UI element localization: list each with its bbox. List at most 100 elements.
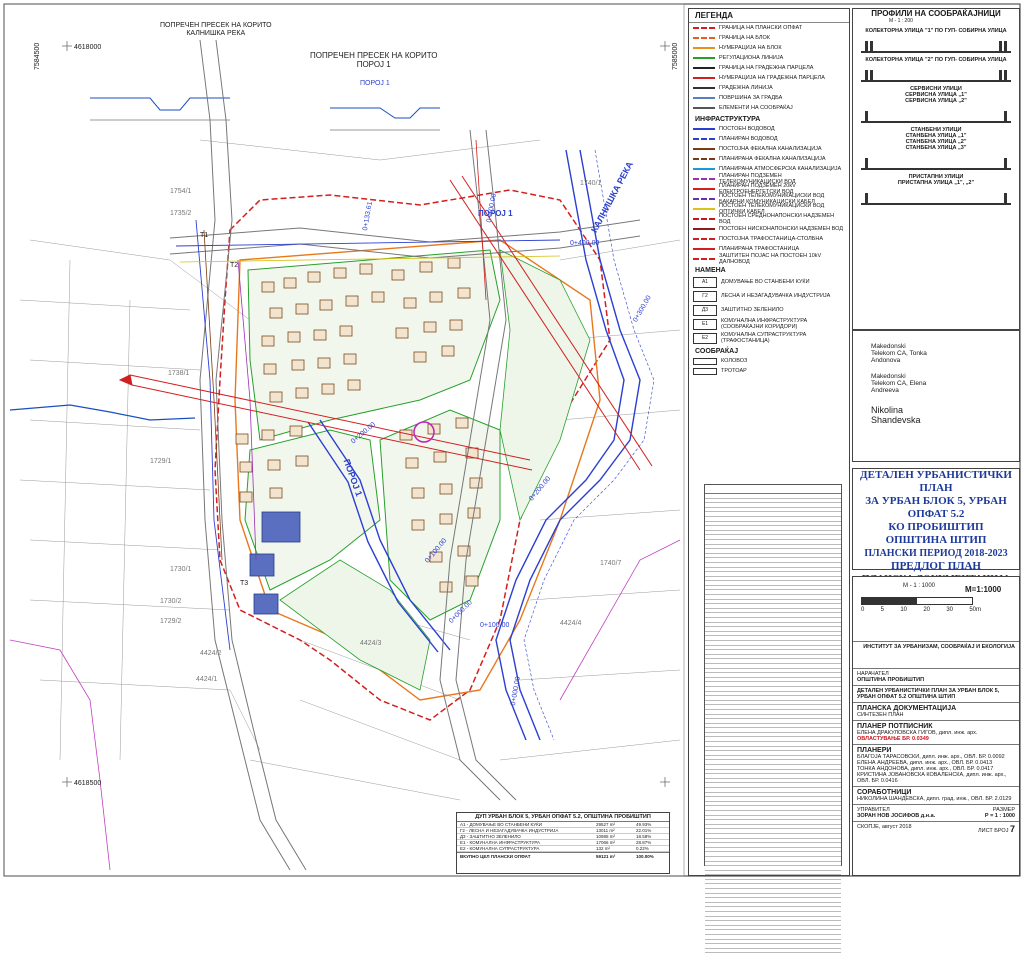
legend-symbol — [693, 185, 715, 193]
land-use-percent: 28.87% — [636, 840, 652, 845]
legend-label: ПЛАНИРАН ВОДОВОД — [719, 136, 778, 142]
pedestrian-icon — [865, 70, 868, 80]
plot-label: 4424/4 — [560, 620, 582, 627]
plot-label: 1754/1 — [170, 188, 192, 195]
legend-row: ГРАНИЦА НА ПЛАНСКИ ОПФАТ — [689, 23, 849, 33]
legend-symbol — [693, 155, 715, 163]
legend-symbol — [693, 245, 715, 253]
legend-symbol — [693, 205, 715, 213]
land-use-label: А1 - ДОМУВАЊЕ ВО СТАНБЕНИ КУЌИ — [460, 822, 542, 827]
legend-items: ГРАНИЦА НА ПЛАНСКИ ОПФАТ ГРАНИЦА НА БЛОК Н… — [689, 23, 849, 113]
pedestrian-icon — [870, 41, 873, 51]
profiles-title: ПРОФИЛИ НА СООБРАЌАЈНИЦИ — [871, 9, 1001, 18]
legend-label: ПЛАНИРАНА ТРАФОСТАНИЦА — [719, 246, 800, 252]
signature-2: Makedonski Telekom CA, Elena Andreeva — [871, 373, 927, 394]
legend-label: ПЛАНИРАНА ФЕКАЛНА КАНАЛИЗАЦИЈА — [719, 156, 826, 162]
legend-symbol — [693, 34, 715, 42]
chainage-2: 0+100.00 — [480, 622, 510, 629]
pedestrian-icon — [1004, 158, 1007, 168]
legend-row: ПОСТОЕН ВОДОВОД — [689, 124, 849, 134]
document-subtype: СИНТЕЗЕН ПЛАН — [857, 712, 904, 718]
land-use-table-title: ДУП УРБАН БЛОК 5, УРБАН ОПФАТ 5.2, ОПШТИ… — [457, 813, 669, 822]
profile-section — [861, 64, 1011, 82]
scale-ticks: 0 5 10 20 30 50m — [861, 607, 981, 613]
legend-symbol — [693, 165, 715, 173]
legend-row: НУМЕРАЦИЈА НА БЛОК — [689, 43, 849, 53]
scale-tick: 30 — [946, 607, 953, 613]
cross-section-stream — [330, 107, 440, 131]
section-title-river: ПОПРЕЧЕН ПРЕСЕК НА КОРИТО КАЛНИШКА РЕКА — [160, 22, 272, 37]
land-use-label: Е1 - КОМУНАЛНА ИНФРАСТРУКТУРА — [460, 840, 541, 845]
legend-use-label: ДОМУВАЊЕ ВО СТАНБЕНИ КУЌИ — [721, 279, 810, 285]
legend-label: НУМЕРАЦИЈА НА БЛОК — [719, 45, 782, 51]
plot-label: 1729/2 — [160, 618, 182, 625]
plot-label: 4424/2 — [200, 650, 222, 657]
planner-section: ПЛАНЕР ПОТПИСНИК ЕЛЕНА ДРАКУЛОВСКА ГИГОВ… — [853, 721, 1019, 745]
legend-row: ГРАНИЦА НА ГРАДЕЖНА ПАРЦЕЛА — [689, 63, 849, 73]
title-line-1: ДЕТАЛЕН УРБАНИСТИЧКИ ПЛАН — [860, 469, 1012, 494]
grid-label-e2: 7585000 — [672, 42, 679, 70]
profiles-scale: М - 1 : 200 — [889, 18, 913, 24]
plot-label: 1740/1 — [580, 180, 602, 187]
legend-traffic: КОЛОВОЗ ТРОТОАР — [689, 356, 849, 376]
title-line-8: М=1:1000 — [965, 585, 1002, 594]
road-label-t2: Т2 — [230, 262, 239, 269]
scale-value: Р = 1 : 1000 — [984, 813, 1015, 819]
profile-label: КОЛЕКТОРНА УЛИЦА "1" ПО ГУП- СОБИРНА УЛИ… — [865, 28, 1007, 34]
profile-section — [861, 187, 1011, 205]
pedestrian-icon — [865, 158, 868, 168]
legend-symbol — [693, 24, 715, 32]
plot-label: 4424/3 — [360, 640, 382, 647]
legend-row: ПОСТОЕН СРЕДНОНАПОНСКИ НАДЗЕМЕН ВОД — [689, 213, 849, 225]
profile-label: СТАНБЕНИ УЛИЦИ СТАНБЕНА УЛИЦА „1" СТАНБЕ… — [905, 127, 967, 151]
land-use-percent: 49.93% — [636, 822, 652, 827]
planner-license: ОВЛАСТУВАЊЕ БР. 0.0349 — [857, 736, 929, 742]
legend-symbol — [693, 94, 715, 102]
legend-label: ПОСТОЕН ВОДОВОД — [719, 126, 775, 132]
section-title-stream: ПОПРЕЧЕН ПРЕСЕК НА КОРИТО ПОРОЈ 1 — [310, 51, 438, 69]
legend-symbol — [693, 145, 715, 153]
collaborator-name: НИКОЛИНА ШАНДЕВСКА, дипл. град. инж., ОВ… — [857, 796, 1012, 802]
legend-use-label: КОМУНАЛНА СУПРАСТРУКТУРА (ТРАФОСТАНИЦА) — [721, 332, 807, 344]
legend-use-row: Е1 КОМУНАЛНА ИНФРАСТРУКТУРА (СООБРАЌАЈНИ … — [689, 317, 849, 331]
parcel-rows — [705, 494, 841, 953]
signature-block: Makedonski Telekom CA, Tonka Andonova Ma… — [852, 330, 1020, 462]
plan-name: ДЕТАЛЕН УРБАНИСТИЧКИ ПЛАН ЗА УРБАН БЛОК … — [853, 686, 1019, 703]
plot-label: 1735/2 — [170, 210, 192, 217]
legend-label: ПОСТОЕН НИСКОНАПОНСКИ НАДЗЕМЕН ВОД — [719, 226, 843, 232]
collaborators-label: СОРАБОТНИЦИ — [857, 789, 912, 796]
road-profiles: ПРОФИЛИ НА СООБРАЌАЈНИЦИ М - 1 : 200 КОЛ… — [852, 8, 1020, 330]
legend-use-code: Е2 — [693, 332, 717, 344]
land-use-table: ДУП УРБАН БЛОК 5, УРБАН ОПФАТ 5.2, ОПШТИ… — [456, 812, 670, 874]
legend-use-row: Д3 ЗАШТИТНО ЗЕЛЕНИЛО — [689, 303, 849, 317]
legend-symbol — [693, 255, 715, 263]
legend-uses: А1 ДОМУВАЊЕ ВО СТАНБЕНИ КУЌИ Г2 ЛЕСНА И НЕЗ… — [689, 275, 849, 345]
legend-symbol — [693, 215, 715, 223]
director-name: ЗОРАН НОВ ЈОСИФОВ д.н.а. — [857, 813, 936, 819]
pedestrian-icon — [865, 41, 868, 51]
legend-symbol — [693, 175, 715, 183]
pedestrian-icon — [1004, 111, 1007, 121]
legend-label: ГРАНИЦА НА ГРАДЕЖНА ПАРЦЕЛА — [719, 65, 814, 71]
legend-traffic-label: КОЛОВОЗ — [721, 358, 748, 364]
plot-label: 1730/2 — [160, 598, 182, 605]
road-label-t1: Т1 — [200, 232, 209, 239]
legend-use-row: Г2 ЛЕСНА И НЕЗАГАДУВАЧКА ИНДУСТРИЈА — [689, 289, 849, 303]
legend-row: ПОСТОЈНА ТРАФОСТАНИЦА-СТОЛБНА — [689, 234, 849, 244]
legend-symbol — [693, 84, 715, 92]
planners-section: ПЛАНЕРИ БЛАГОЈА ТАРАСОВСКИ, дипл. инж. а… — [853, 745, 1019, 787]
land-use-value: 29527 m² — [596, 822, 616, 827]
legend-use-code: Е1 — [693, 318, 717, 330]
legend-traffic-row: КОЛОВОЗ — [689, 356, 849, 366]
land-use-total: ВКУПНО ЦЕЛ ПЛАНСКИ ОПФАТ 59121 m² 100.00… — [457, 852, 669, 860]
grid-label-e1: 7584500 — [34, 42, 41, 70]
legend-label: ПОСТОЈНА ФЕКАЛНА КАНАЛИЗАЦИЈА — [719, 146, 822, 152]
legend-row: РЕГУЛАЦИОНА ЛИНИЈА — [689, 53, 849, 63]
legend-label: ПОВРШИНА ЗА ГРАДБА — [719, 95, 783, 101]
title-line-4: ОПШТИНА ШТИП — [885, 534, 987, 546]
grid-label-n1: 4618000 — [74, 44, 102, 51]
legend-label: ЗАШТИТЕН ПОЈАС НА ПОСТОЕН 10kV ДАЛНОВОД — [719, 253, 822, 265]
pedestrian-icon — [1004, 70, 1007, 80]
parcel-table-header — [705, 485, 841, 494]
pedestrian-icon — [870, 70, 873, 80]
